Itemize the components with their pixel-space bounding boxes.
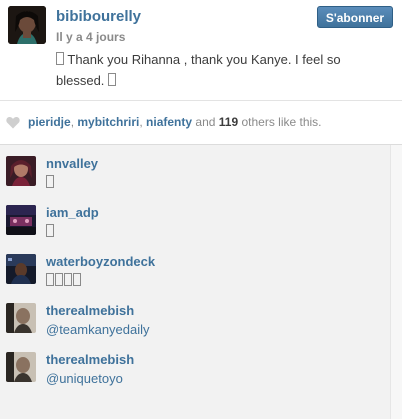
likes-suffix: others like this.: [241, 115, 322, 129]
caption-text: Thank you Rihanna , thank you Kanye. I f…: [56, 52, 341, 88]
like-user-link[interactable]: mybitchriri: [77, 115, 139, 129]
emoji-placeholder-icon: [55, 273, 63, 286]
likes-bar: pieridje, mybitchriri, niafenty and 119 …: [0, 101, 402, 144]
emoji-placeholder-icon: [64, 273, 72, 286]
comment-username[interactable]: iam_adp: [46, 205, 99, 220]
comment-item: therealmebish @teamkanyedaily: [0, 295, 390, 340]
emoji-placeholder-icon: [56, 52, 64, 65]
comment-item: waterboyzondeck: [0, 246, 390, 291]
comment-text[interactable]: @uniquetoyo: [46, 371, 123, 386]
post-caption: Thank you Rihanna , thank you Kanye. I f…: [56, 49, 378, 91]
heart-icon[interactable]: [6, 116, 20, 129]
commenter-avatar[interactable]: [6, 254, 36, 284]
comment-text: [46, 175, 55, 190]
emoji-placeholder-icon: [46, 273, 54, 286]
comment-text: [46, 273, 82, 288]
comments-list: nnvalley iam_adp waterboyzondeck thereal…: [0, 145, 390, 419]
like-user-link[interactable]: pieridje: [28, 115, 71, 129]
comment-text[interactable]: @teamkanyedaily: [46, 322, 150, 337]
comment-item: iam_adp: [0, 197, 390, 242]
owner-username[interactable]: bibibourelly: [56, 8, 141, 25]
emoji-placeholder-icon: [108, 73, 117, 86]
likes-text: pieridje, mybitchriri, niafenty and 119 …: [28, 115, 322, 129]
like-user-link[interactable]: niafenty: [146, 115, 192, 129]
follow-button[interactable]: S'abonner: [317, 6, 393, 28]
emoji-placeholder-icon: [46, 175, 54, 188]
commenter-avatar[interactable]: [6, 205, 36, 235]
comment-username[interactable]: waterboyzondeck: [46, 254, 155, 269]
post-header: bibibourelly Il y a 4 jours Thank you Ri…: [0, 0, 402, 100]
comment-item: nnvalley: [0, 148, 390, 193]
likes-and: and: [195, 115, 216, 129]
commenter-avatar[interactable]: [6, 303, 36, 333]
comment-item: therealmebish @uniquetoyo: [0, 344, 390, 389]
commenter-avatar[interactable]: [6, 352, 36, 382]
likes-count[interactable]: 119: [219, 115, 238, 129]
emoji-placeholder-icon: [46, 224, 54, 237]
timestamp-prefix: Il y a: [56, 30, 87, 44]
comment-username[interactable]: therealmebish: [46, 352, 134, 367]
comment-text: [46, 224, 55, 239]
owner-avatar[interactable]: [8, 6, 46, 44]
post-timestamp: Il y a 4 jours: [56, 30, 125, 44]
emoji-placeholder-icon: [73, 273, 81, 286]
commenter-avatar[interactable]: [6, 156, 36, 186]
comments-scrollbar[interactable]: [390, 145, 402, 419]
timestamp-value: 4 jours: [86, 30, 126, 44]
comment-username[interactable]: therealmebish: [46, 303, 134, 318]
comment-username[interactable]: nnvalley: [46, 156, 98, 171]
